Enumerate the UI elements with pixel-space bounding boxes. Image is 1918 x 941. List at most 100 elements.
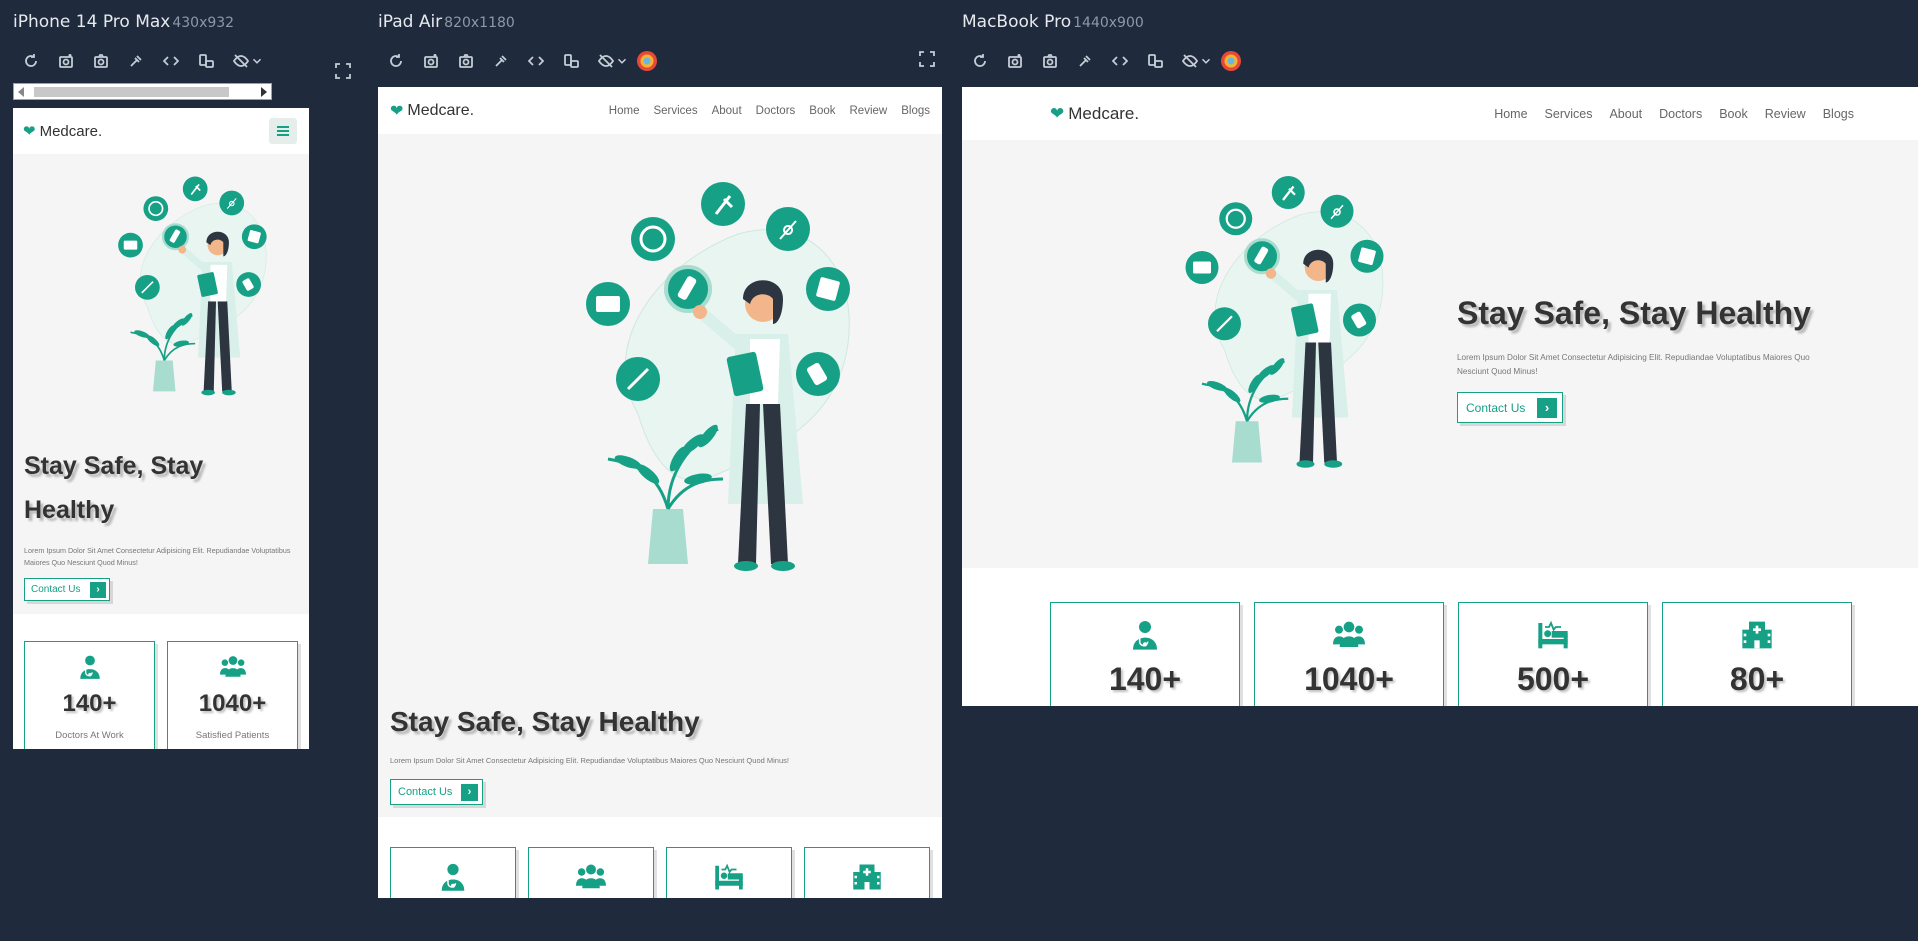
hero-text: Lorem Ipsum Dolor Sit Amet Consectetur A… <box>24 545 309 569</box>
device-resolution: 430x932 <box>172 15 235 31</box>
code-icon[interactable] <box>518 48 553 74</box>
doctor-illustration <box>488 174 888 574</box>
nav-blogs[interactable]: Blogs <box>1823 107 1854 121</box>
hero-title: Stay Safe, Stay Healthy <box>390 706 700 737</box>
hero-title-line: Healthy <box>24 496 115 524</box>
contact-label: Contact Us <box>398 786 453 798</box>
stats-section <box>378 817 942 898</box>
device-name: MacBook Pro <box>962 12 1072 32</box>
hero-title-line: Stay Safe, Stay <box>24 452 204 480</box>
logo-text: Medcare. <box>1068 103 1140 123</box>
nav-book[interactable]: Book <box>1719 107 1748 121</box>
site-logo[interactable]: ❤ Medcare. <box>1050 104 1139 124</box>
hero-text-line: Nesciunt Quod Minus! <box>1457 367 1538 376</box>
contact-us-button[interactable]: Contact Us › <box>390 779 483 805</box>
stat-number: 140+ <box>62 690 117 717</box>
camera-icon[interactable] <box>83 48 118 74</box>
stat-card: 140+ Doctors At Work <box>24 641 155 749</box>
nav-review[interactable]: Review <box>850 105 888 117</box>
logo-text: Medcare. <box>407 101 475 119</box>
nav-about[interactable]: About <box>712 105 742 117</box>
camera-icon[interactable] <box>1032 48 1067 74</box>
nav-home[interactable]: Home <box>609 105 640 117</box>
doctor-icon <box>79 654 100 680</box>
contact-label: Contact Us <box>1466 400 1526 415</box>
scroll-left-icon[interactable] <box>18 87 24 97</box>
stat-card: 140+ <box>1050 602 1240 706</box>
color-picker-icon[interactable] <box>1067 48 1102 74</box>
doctor-illustration <box>63 172 288 397</box>
browser-orb-icon[interactable] <box>629 48 664 74</box>
fullscreen-icon[interactable] <box>919 51 935 71</box>
chevron-right-icon: › <box>461 783 478 801</box>
bed-icon <box>714 864 744 891</box>
scroll-thumb[interactable] <box>34 87 229 97</box>
contact-us-button[interactable]: Contact Us › <box>24 578 110 601</box>
site-logo[interactable]: ❤ Medcare. <box>390 101 474 121</box>
site-logo[interactable]: ❤ Medcare. <box>23 122 103 141</box>
browser-orb-icon[interactable] <box>1213 48 1248 74</box>
chevron-down-icon[interactable] <box>1199 48 1213 74</box>
nav-review[interactable]: Review <box>1765 107 1806 121</box>
stat-number: 500+ <box>1516 661 1590 697</box>
camera-icon[interactable] <box>448 48 483 74</box>
stat-card <box>528 847 654 898</box>
contact-us-button[interactable]: Contact Us › <box>1457 392 1563 423</box>
stats-section: 140+ 1040+ 500+ 80+ <box>962 568 1918 706</box>
scroll-right-icon[interactable] <box>261 87 267 97</box>
device-resolution: 820x1180 <box>444 15 515 31</box>
rotate-device-icon[interactable] <box>188 48 223 74</box>
hero-section: Stay Safe, Stay Healthy Lorem Ipsum Dolo… <box>378 134 942 817</box>
fullscreen-icon[interactable] <box>335 63 351 83</box>
contact-label: Contact Us <box>31 584 81 595</box>
screenshot-full-icon[interactable] <box>413 48 448 74</box>
bed-icon <box>1537 622 1569 650</box>
hero-section: Stay Safe, Stay Healthy Lorem Ipsum Dolo… <box>962 140 1918 568</box>
device-title: iPad Air 820x1180 <box>378 12 515 32</box>
chevron-down-icon[interactable] <box>250 48 264 74</box>
hero-text-line: Lorem Ipsum Dolor Sit Amet Consectetur A… <box>24 546 291 555</box>
nav-services[interactable]: Services <box>1545 107 1593 121</box>
rotate-device-icon[interactable] <box>553 48 588 74</box>
nav-doctors[interactable]: Doctors <box>756 105 796 117</box>
screenshot-full-icon[interactable] <box>48 48 83 74</box>
site-header: ❤ Medcare. <box>13 108 309 154</box>
chevron-down-icon[interactable] <box>615 48 629 74</box>
device-toolbar <box>962 48 1248 74</box>
doctor-icon <box>441 863 465 892</box>
menu-toggle-button[interactable] <box>269 118 297 144</box>
stat-card <box>804 847 930 898</box>
heart-pulse-icon: ❤ <box>390 102 404 120</box>
nav-menu: Home Services About Doctors Book Review … <box>609 105 930 117</box>
stat-label: Doctors At Work <box>55 730 124 741</box>
users-icon <box>1333 621 1365 647</box>
nav-about[interactable]: About <box>1609 107 1642 121</box>
iphone-viewport: ❤ Medcare. Stay Safe, Stay Healthy Lorem I… <box>13 108 309 749</box>
nav-book[interactable]: Book <box>809 105 835 117</box>
site-header: ❤ Medcare. Home Services About Doctors Bo… <box>378 87 942 134</box>
stat-number: 1040+ <box>198 690 267 717</box>
device-title: MacBook Pro 1440x900 <box>962 12 1144 32</box>
rotate-device-icon[interactable] <box>1137 48 1172 74</box>
stat-card: 1040+ <box>1254 602 1444 706</box>
nav-blogs[interactable]: Blogs <box>901 105 930 117</box>
stat-card <box>390 847 516 898</box>
stat-card <box>666 847 792 898</box>
stat-label: Satisfied Patients <box>195 730 270 741</box>
refresh-icon[interactable] <box>378 48 413 74</box>
refresh-icon[interactable] <box>13 48 48 74</box>
hero-title: Stay Safe, Stay Healthy <box>24 444 203 532</box>
nav-services[interactable]: Services <box>653 105 697 117</box>
horizontal-scrollbar[interactable] <box>13 83 272 100</box>
stat-card: 80+ <box>1662 602 1852 706</box>
code-icon[interactable] <box>153 48 188 74</box>
color-picker-icon[interactable] <box>118 48 153 74</box>
screenshot-full-icon[interactable] <box>997 48 1032 74</box>
color-picker-icon[interactable] <box>483 48 518 74</box>
nav-home[interactable]: Home <box>1494 107 1527 121</box>
nav-doctors[interactable]: Doctors <box>1659 107 1702 121</box>
nav-menu: Home Services About Doctors Book Review … <box>1494 107 1854 121</box>
logo-text: Medcare. <box>39 122 103 140</box>
refresh-icon[interactable] <box>962 48 997 74</box>
code-icon[interactable] <box>1102 48 1137 74</box>
